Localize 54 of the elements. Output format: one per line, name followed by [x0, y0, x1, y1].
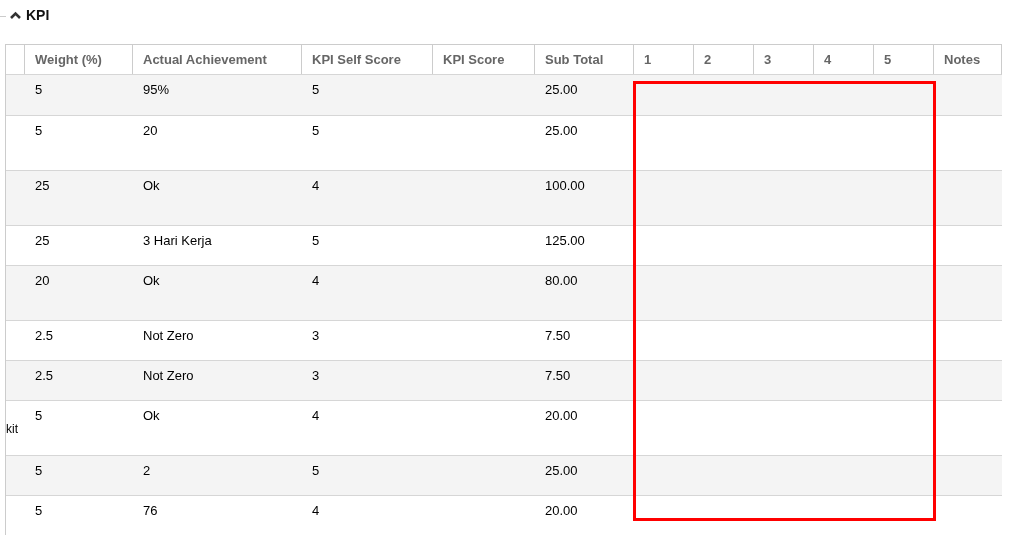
table-cell: 20.00 [545, 408, 578, 423]
column-header: Weight (%) [35, 52, 102, 67]
table-cell: 5 [35, 503, 43, 518]
table-cell: 20.00 [545, 503, 578, 518]
column-header: 4 [824, 52, 832, 67]
table-cell: 25.00 [545, 123, 578, 138]
table-cell: 4 [312, 503, 320, 518]
column-header: Sub Total [545, 52, 604, 67]
table-cell: 25 [35, 233, 50, 248]
table-cell: 3 Hari Kerja [143, 233, 212, 248]
table-cell: 3 [312, 368, 320, 383]
table-cell: 2.5 [35, 328, 54, 343]
table-cell: 5 [312, 233, 320, 248]
table-cell: 25 [35, 178, 50, 193]
column-header: KPI Self Score [312, 52, 401, 67]
table-cell: 100.00 [545, 178, 585, 193]
section-toggle[interactable]: KPI [6, 7, 53, 23]
column-header: 2 [704, 52, 712, 67]
table-cell: 125.00 [545, 233, 585, 248]
table-cell: 4 [312, 273, 320, 288]
table-cell: 76 [143, 503, 158, 518]
table-cell: 20 [143, 123, 158, 138]
column-header: 5 [884, 52, 892, 67]
column-header: Actual Achievement [143, 52, 267, 67]
table-cell: Ok [143, 273, 160, 288]
column-header: 3 [764, 52, 772, 67]
column-header: Notes [944, 52, 981, 67]
table-cell: Ok [143, 178, 160, 193]
table-cell: kit [6, 422, 18, 436]
table-cell: 20 [35, 273, 50, 288]
table-cell: 95% [143, 82, 170, 97]
table-cell: 5 [35, 82, 43, 97]
table-cell: 7.50 [545, 328, 571, 343]
table-cell: 25.00 [545, 463, 578, 478]
table-cell: Ok [143, 408, 160, 423]
table-cell: 5 [312, 82, 320, 97]
table-cell: 25.00 [545, 82, 578, 97]
chevron-icon [9, 9, 22, 21]
table-cell: 5 [35, 123, 43, 138]
table-cell: Not Zero [143, 368, 194, 383]
table-cell: 4 [312, 178, 320, 193]
table-cell: 2 [143, 463, 151, 478]
table-cell: 2.5 [35, 368, 54, 383]
table-cell: 5 [35, 463, 43, 478]
table-cell: Not Zero [143, 328, 194, 343]
table-cell: 5 [312, 123, 320, 138]
table-cell: 4 [312, 408, 320, 423]
column-header: KPI Score [443, 52, 505, 67]
column-header: 1 [644, 52, 652, 67]
table-cell: 3 [312, 328, 320, 343]
table-cell: 80.00 [545, 273, 578, 288]
table-cell: 7.50 [545, 368, 571, 383]
table-cell: 5 [312, 463, 320, 478]
table-cell: 5 [35, 408, 43, 423]
